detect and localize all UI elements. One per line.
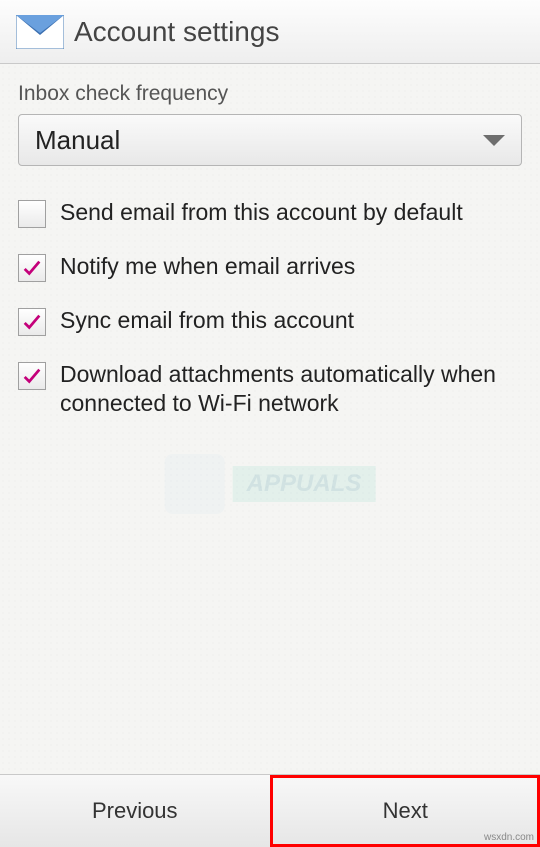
options-list: Send email from this account by default … — [18, 186, 522, 430]
content-area: Inbox check frequency Manual Send email … — [0, 64, 540, 774]
page-title: Account settings — [74, 16, 279, 48]
option-notify[interactable]: Notify me when email arrives — [18, 240, 522, 294]
option-label: Sync email from this account — [60, 306, 354, 335]
section-label-frequency: Inbox check frequency — [18, 82, 522, 106]
watermark-mascot-icon — [165, 454, 225, 514]
footer-nav: Previous Next — [0, 774, 540, 847]
app-header: Account settings — [0, 0, 540, 64]
option-label: Send email from this account by default — [60, 198, 463, 227]
checkbox-default-sender[interactable] — [18, 200, 46, 228]
option-download-wifi[interactable]: Download attachments automatically when … — [18, 348, 522, 430]
watermark: APPUALS — [165, 454, 376, 514]
option-label: Download attachments automatically when … — [60, 360, 522, 418]
watermark-text: APPUALS — [233, 466, 376, 502]
option-label: Notify me when email arrives — [60, 252, 355, 281]
next-button[interactable]: Next — [270, 775, 540, 847]
option-sync[interactable]: Sync email from this account — [18, 294, 522, 348]
checkbox-notify[interactable] — [18, 254, 46, 282]
option-default-sender[interactable]: Send email from this account by default — [18, 186, 522, 240]
mail-icon — [16, 15, 64, 49]
frequency-selected-value: Manual — [35, 125, 120, 156]
chevron-down-icon — [483, 135, 505, 146]
frequency-dropdown[interactable]: Manual — [18, 114, 522, 166]
checkbox-download-wifi[interactable] — [18, 362, 46, 390]
checkbox-sync[interactable] — [18, 308, 46, 336]
previous-button[interactable]: Previous — [0, 775, 270, 847]
